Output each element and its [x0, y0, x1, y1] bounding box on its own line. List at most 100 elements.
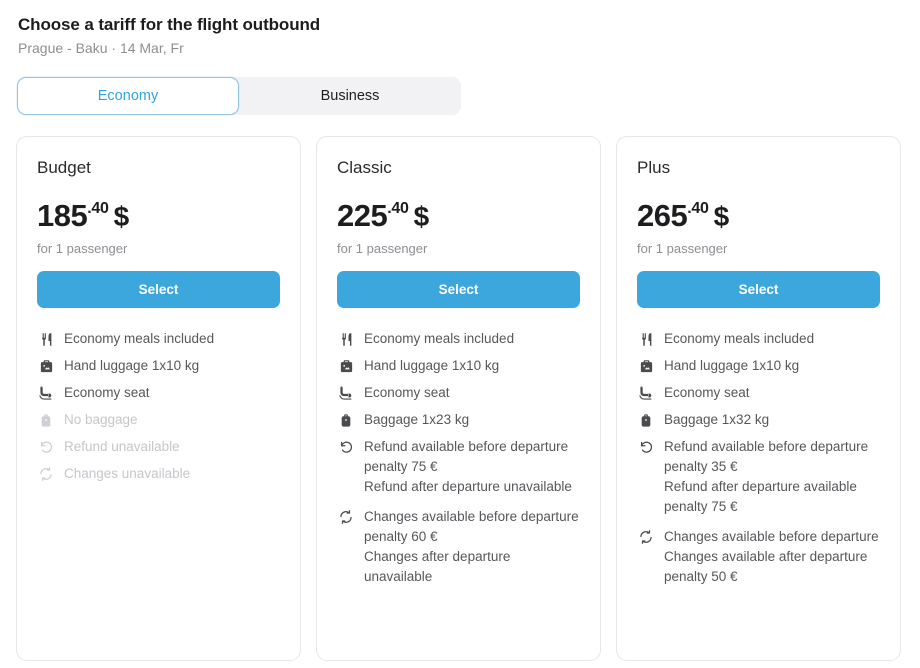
feature-text: Refund available before departure penalt…: [664, 437, 880, 517]
tab-economy[interactable]: Economy: [17, 77, 239, 115]
feature-list: Economy meals included Hand luggage 1x10…: [337, 329, 580, 597]
refund-icon: [37, 437, 55, 457]
page-subtitle: Prague - Baku · 14 Mar, Fr: [18, 39, 904, 58]
feature-item: Economy seat: [37, 383, 280, 403]
feature-list: Economy meals included Hand luggage 1x10…: [37, 329, 280, 491]
price-cents: .40: [687, 200, 708, 217]
feature-item: Baggage 1x32 kg: [637, 410, 880, 430]
feature-line: Refund after departure unavailable: [364, 477, 580, 497]
feature-text: Hand luggage 1x10 kg: [64, 356, 199, 376]
seat-icon: [37, 383, 55, 403]
tariff-price: 225.40 $: [337, 200, 580, 231]
tariff-name: Plus: [637, 157, 880, 179]
feature-line: Baggage 1x23 kg: [364, 410, 469, 430]
hand-luggage-icon: [337, 356, 355, 376]
feature-item: Baggage 1x23 kg: [337, 410, 580, 430]
tariff-name: Budget: [37, 157, 280, 179]
changes-icon: [337, 507, 355, 527]
feature-item: Changes available before departure penal…: [337, 507, 580, 587]
feature-line: Hand luggage 1x10 kg: [664, 356, 799, 376]
baggage-icon: [637, 410, 655, 430]
feature-line: Refund available before departure penalt…: [364, 437, 580, 477]
feature-line: Changes available before departure penal…: [364, 507, 580, 547]
meals-icon: [637, 329, 655, 349]
tariff-selection-page: Choose a tariff for the flight outbound …: [0, 0, 920, 668]
tab-business[interactable]: Business: [239, 77, 461, 115]
feature-line: Changes available after departure penalt…: [664, 547, 880, 587]
feature-item: No baggage: [37, 410, 280, 430]
seat-icon: [637, 383, 655, 403]
feature-line: Economy meals included: [364, 329, 514, 349]
feature-line: Economy seat: [664, 383, 750, 403]
feature-text: Baggage 1x32 kg: [664, 410, 769, 430]
tab-business-label: Business: [321, 88, 380, 104]
tariff-price: 185.40$: [37, 200, 280, 231]
cabin-class-tabs[interactable]: Economy Business: [17, 77, 461, 115]
tariff-price: 265.40 $: [637, 200, 880, 231]
feature-item: Changes unavailable: [37, 464, 280, 484]
feature-item: Economy seat: [637, 383, 880, 403]
feature-text: Economy seat: [364, 383, 450, 403]
hand-luggage-icon: [37, 356, 55, 376]
feature-item: Refund unavailable: [37, 437, 280, 457]
feature-item: Economy seat: [337, 383, 580, 403]
feature-line: Hand luggage 1x10 kg: [64, 356, 199, 376]
price-note: for 1 passenger: [37, 240, 280, 257]
feature-line: No baggage: [64, 410, 138, 430]
feature-line: Baggage 1x32 kg: [664, 410, 769, 430]
feature-text: Changes available before departureChange…: [664, 527, 880, 587]
feature-item: Hand luggage 1x10 kg: [37, 356, 280, 376]
feature-item: Refund available before departure penalt…: [637, 437, 880, 517]
refund-icon: [337, 437, 355, 457]
feature-line: Economy meals included: [64, 329, 214, 349]
feature-text: Baggage 1x23 kg: [364, 410, 469, 430]
price-currency: $: [714, 201, 730, 232]
price-amount: 225: [337, 198, 387, 233]
feature-text: Changes available before departure penal…: [364, 507, 580, 587]
feature-item: Changes available before departureChange…: [637, 527, 880, 587]
feature-text: No baggage: [64, 410, 138, 430]
hand-luggage-icon: [637, 356, 655, 376]
feature-text: Economy seat: [64, 383, 150, 403]
price-cents: .40: [87, 200, 108, 217]
feature-line: Changes available before departure: [664, 527, 880, 547]
select-button[interactable]: Select: [37, 271, 280, 308]
feature-line: Economy seat: [364, 383, 450, 403]
feature-item: Hand luggage 1x10 kg: [637, 356, 880, 376]
tariff-card: Plus 265.40 $ for 1 passenger Select Econ…: [616, 136, 901, 661]
price-note: for 1 passenger: [637, 240, 880, 257]
tariff-card-list: Budget 185.40$ for 1 passenger Select Ec…: [16, 136, 904, 661]
tab-economy-label: Economy: [98, 88, 158, 104]
select-button[interactable]: Select: [637, 271, 880, 308]
price-currency: $: [414, 201, 430, 232]
feature-text: Economy seat: [664, 383, 750, 403]
feature-text: Changes unavailable: [64, 464, 190, 484]
baggage-icon: [37, 410, 55, 430]
feature-line: Refund unavailable: [64, 437, 180, 457]
price-currency: $: [114, 201, 130, 232]
feature-list: Economy meals included Hand luggage 1x10…: [637, 329, 880, 597]
feature-line: Changes after departure unavailable: [364, 547, 580, 587]
price-amount: 265: [637, 198, 687, 233]
baggage-icon: [337, 410, 355, 430]
feature-item: Refund available before departure penalt…: [337, 437, 580, 497]
refund-icon: [637, 437, 655, 457]
feature-line: Refund available before departure penalt…: [664, 437, 880, 477]
feature-item: Economy meals included: [637, 329, 880, 349]
feature-text: Refund available before departure penalt…: [364, 437, 580, 497]
changes-icon: [37, 464, 55, 484]
price-cents: .40: [387, 200, 408, 217]
feature-text: Hand luggage 1x10 kg: [364, 356, 499, 376]
changes-icon: [637, 527, 655, 547]
feature-text: Economy meals included: [64, 329, 214, 349]
page-header: Choose a tariff for the flight outbound …: [16, 14, 904, 58]
meals-icon: [337, 329, 355, 349]
feature-item: Hand luggage 1x10 kg: [337, 356, 580, 376]
select-button[interactable]: Select: [337, 271, 580, 308]
tariff-name: Classic: [337, 157, 580, 179]
feature-line: Economy seat: [64, 383, 150, 403]
seat-icon: [337, 383, 355, 403]
feature-item: Economy meals included: [37, 329, 280, 349]
feature-text: Economy meals included: [664, 329, 814, 349]
tariff-card: Classic 225.40$ for 1 passenger Select E…: [316, 136, 601, 661]
